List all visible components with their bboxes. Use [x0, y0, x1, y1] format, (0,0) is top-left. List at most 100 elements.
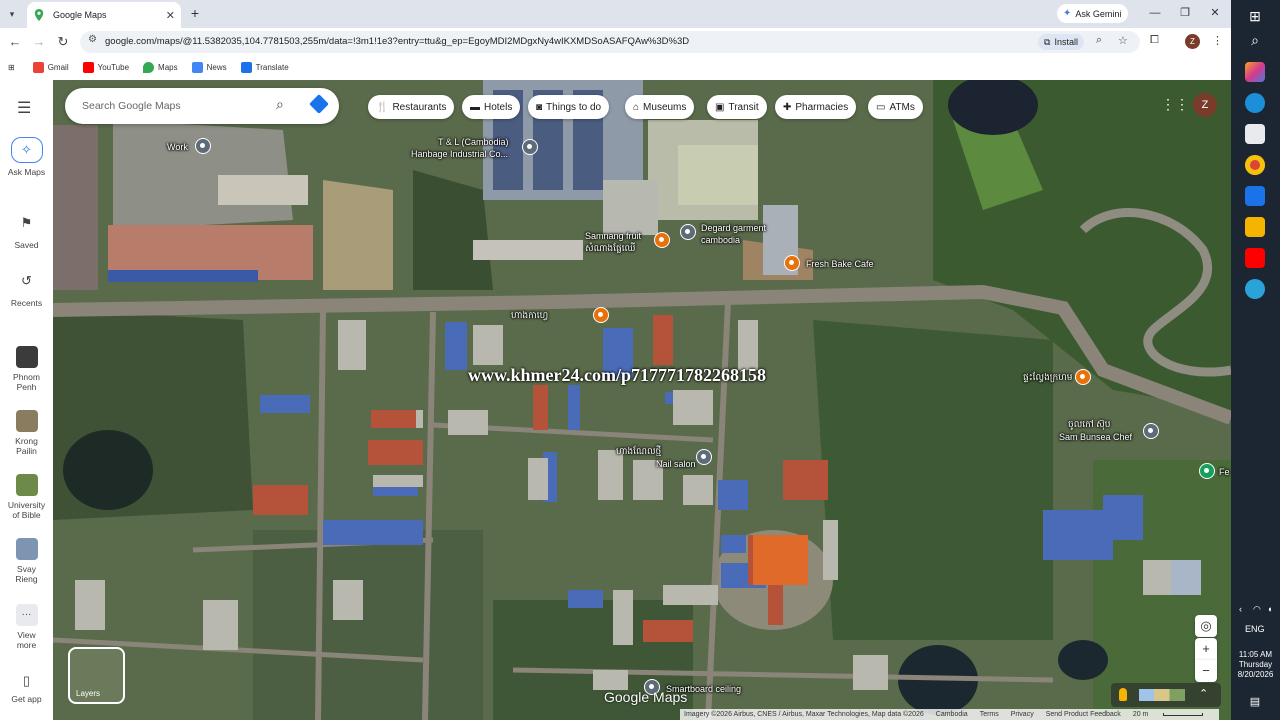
file-explorer-icon[interactable]	[1245, 217, 1265, 237]
zoom-out-button[interactable]: −	[1195, 660, 1217, 682]
extensions-icon[interactable]: ⧠	[1150, 34, 1159, 47]
outlook-icon[interactable]	[1245, 186, 1265, 206]
poi-tl-label-2[interactable]: Hanbage Industrial Co...	[411, 149, 508, 159]
poi-sam-pin[interactable]	[1143, 423, 1159, 439]
poi-degard-label-2[interactable]: cambodia	[701, 235, 740, 245]
bookmark-maps[interactable]: Maps	[143, 61, 178, 73]
get-app-button[interactable]: ▯ Get app	[0, 672, 53, 704]
recent-place-phnom-penh[interactable]: Phnom Penh	[0, 346, 53, 392]
chip-atms[interactable]: ▭ ATMs	[868, 95, 923, 119]
tab-search-icon[interactable]: ▾	[4, 6, 20, 22]
footer-country[interactable]: Cambodia	[936, 711, 968, 718]
chip-pharmacies[interactable]: ✚ Pharmacies	[775, 95, 857, 119]
windows-start-icon[interactable]: ⊞	[1245, 6, 1265, 26]
clock[interactable]: 11:05 AM Thursday 8/20/2026	[1231, 650, 1280, 680]
bookmark-news[interactable]: News	[191, 61, 227, 73]
tab-google-maps[interactable]: Google Maps ✕	[27, 2, 181, 28]
chip-transit[interactable]: ▣ Transit	[707, 95, 767, 119]
reload-button[interactable]: ↻	[54, 33, 72, 51]
minimize-button[interactable]: —	[1144, 4, 1166, 22]
menu-icon[interactable]: ☰	[17, 98, 31, 118]
chip-restaurants[interactable]: 🍴 Restaurants	[368, 95, 455, 119]
search-icon[interactable]: ⌕	[276, 96, 284, 113]
more-menu-icon[interactable]: ⋮	[1212, 34, 1223, 47]
recent-place-krong-pailin[interactable]: Krong Pailin	[0, 410, 53, 456]
footer-feedback[interactable]: Send Product Feedback	[1046, 711, 1121, 718]
poi-right-pin[interactable]	[1075, 369, 1091, 385]
bookmark-star-icon[interactable]: ☆	[1118, 34, 1128, 47]
tray-chevron-icon[interactable]: ‹	[1239, 604, 1242, 614]
poi-fresh-bake-pin[interactable]	[784, 255, 800, 271]
forward-button[interactable]: →	[30, 33, 48, 51]
poi-fresh-bake-label[interactable]: Fresh Bake Cafe	[806, 259, 874, 269]
profile-avatar[interactable]: Z	[1185, 34, 1200, 49]
poi-sam-label-1[interactable]: ចូលកៅ ស៊ុប	[1068, 419, 1111, 429]
bookmark-youtube[interactable]: YouTube	[82, 61, 129, 73]
poi-nail-label-2[interactable]: Nail salon	[656, 459, 696, 469]
poi-degard-label-1[interactable]: Degard garment	[701, 223, 766, 233]
store-icon[interactable]	[1245, 124, 1265, 144]
site-info-icon[interactable]: ⚙	[88, 34, 97, 45]
poi-nail-pin[interactable]	[696, 449, 712, 465]
pegman-icon[interactable]	[1119, 688, 1127, 701]
new-tab-button[interactable]: +	[187, 5, 203, 21]
poi-samnang-label-2[interactable]: សំណាងផ្លែឈើ	[585, 243, 636, 253]
close-tab-icon[interactable]: ✕	[166, 9, 175, 22]
ask-maps-button[interactable]: ✧ Ask Maps	[0, 137, 53, 177]
bookmark-translate[interactable]: Translate	[240, 61, 289, 73]
recent-place-svay-rieng[interactable]: Svay Rieng	[0, 538, 53, 584]
chip-hotels[interactable]: ▬ Hotels	[462, 95, 521, 119]
close-window-button[interactable]: ✕	[1204, 4, 1226, 22]
notifications-icon[interactable]: ▤	[1245, 692, 1265, 712]
layers-button[interactable]: Layers	[68, 647, 125, 704]
apps-grid-icon[interactable]: ⊞	[8, 63, 15, 72]
ask-gemini-button[interactable]: ✦ Ask Gemini	[1057, 4, 1128, 23]
poi-khmer-road-label[interactable]: ហាងកាហ្វេ	[511, 310, 548, 320]
wifi-icon[interactable]: ◠	[1253, 604, 1261, 615]
imagery-thumbnails[interactable]	[1139, 689, 1185, 701]
bookmark-gmail[interactable]: Gmail	[32, 61, 69, 73]
recents-button[interactable]: ↺ Recents	[0, 268, 53, 308]
copilot-icon[interactable]	[1245, 62, 1265, 82]
user-avatar[interactable]: Z	[1193, 93, 1217, 117]
telegram-icon[interactable]	[1245, 279, 1265, 299]
chip-museums[interactable]: ⌂ Museums	[625, 95, 695, 119]
poi-work-label[interactable]: Work	[167, 142, 188, 152]
poi-work-pin[interactable]	[195, 138, 211, 154]
poi-tl-pin[interactable]	[522, 139, 538, 155]
back-button[interactable]: ←	[6, 33, 24, 51]
search-box[interactable]: Search Google Maps ⌕	[65, 88, 339, 124]
poi-sam-label-2[interactable]: Sam Bunsea Chef	[1059, 432, 1132, 442]
poi-samnang-label-1[interactable]: Samnang fruit	[585, 231, 641, 241]
address-bar[interactable]: ⚙ google.com/maps/@11.5382035,104.778150…	[80, 31, 1140, 53]
chrome-icon[interactable]	[1245, 155, 1265, 175]
chip-things-to-do[interactable]: ◙ Things to do	[528, 95, 610, 119]
view-more-button[interactable]: ··· View more	[0, 604, 53, 650]
poi-degard-pin[interactable]	[680, 224, 696, 240]
poi-fe-label[interactable]: Fe	[1219, 467, 1230, 477]
expand-icon[interactable]: ⌃	[1199, 687, 1208, 700]
saved-button[interactable]: ⚑ Saved	[0, 210, 53, 250]
poi-nail-label-1[interactable]: ហាងណែលថ្មី	[616, 446, 661, 456]
footer-privacy[interactable]: Privacy	[1011, 711, 1034, 718]
zoom-icon[interactable]: ⌕	[1096, 34, 1102, 47]
volume-icon[interactable]: ◖	[1267, 604, 1272, 614]
poi-khmer-road-pin[interactable]	[593, 307, 609, 323]
language-indicator[interactable]: ENG	[1245, 624, 1265, 634]
zoom-in-button[interactable]: +	[1195, 638, 1217, 660]
search-input[interactable]: Search Google Maps	[82, 100, 181, 112]
scale-bar[interactable]: 20 m	[1133, 711, 1216, 718]
install-button[interactable]: ⧉ Install	[1038, 34, 1084, 50]
footer-terms[interactable]: Terms	[980, 711, 999, 718]
poi-right-label[interactable]: ផ្ទះល្វែងក្រហម	[1023, 372, 1072, 382]
poi-fe-pin[interactable]	[1199, 463, 1215, 479]
search-icon[interactable]: ⌕	[1245, 30, 1265, 50]
directions-icon[interactable]	[309, 94, 329, 114]
youtube-icon[interactable]	[1245, 248, 1265, 268]
satellite-map[interactable]: Search Google Maps ⌕ 🍴 Restaurants ▬ Hotel…	[53, 80, 1231, 720]
poi-tl-label-1[interactable]: T & L (Cambodia)	[438, 137, 509, 147]
recent-place-university-of-bible[interactable]: University of Bible	[0, 474, 53, 520]
my-location-button[interactable]: ◎	[1195, 615, 1217, 637]
poi-samnang-pin[interactable]	[654, 232, 670, 248]
restore-button[interactable]: ❐	[1174, 4, 1196, 22]
